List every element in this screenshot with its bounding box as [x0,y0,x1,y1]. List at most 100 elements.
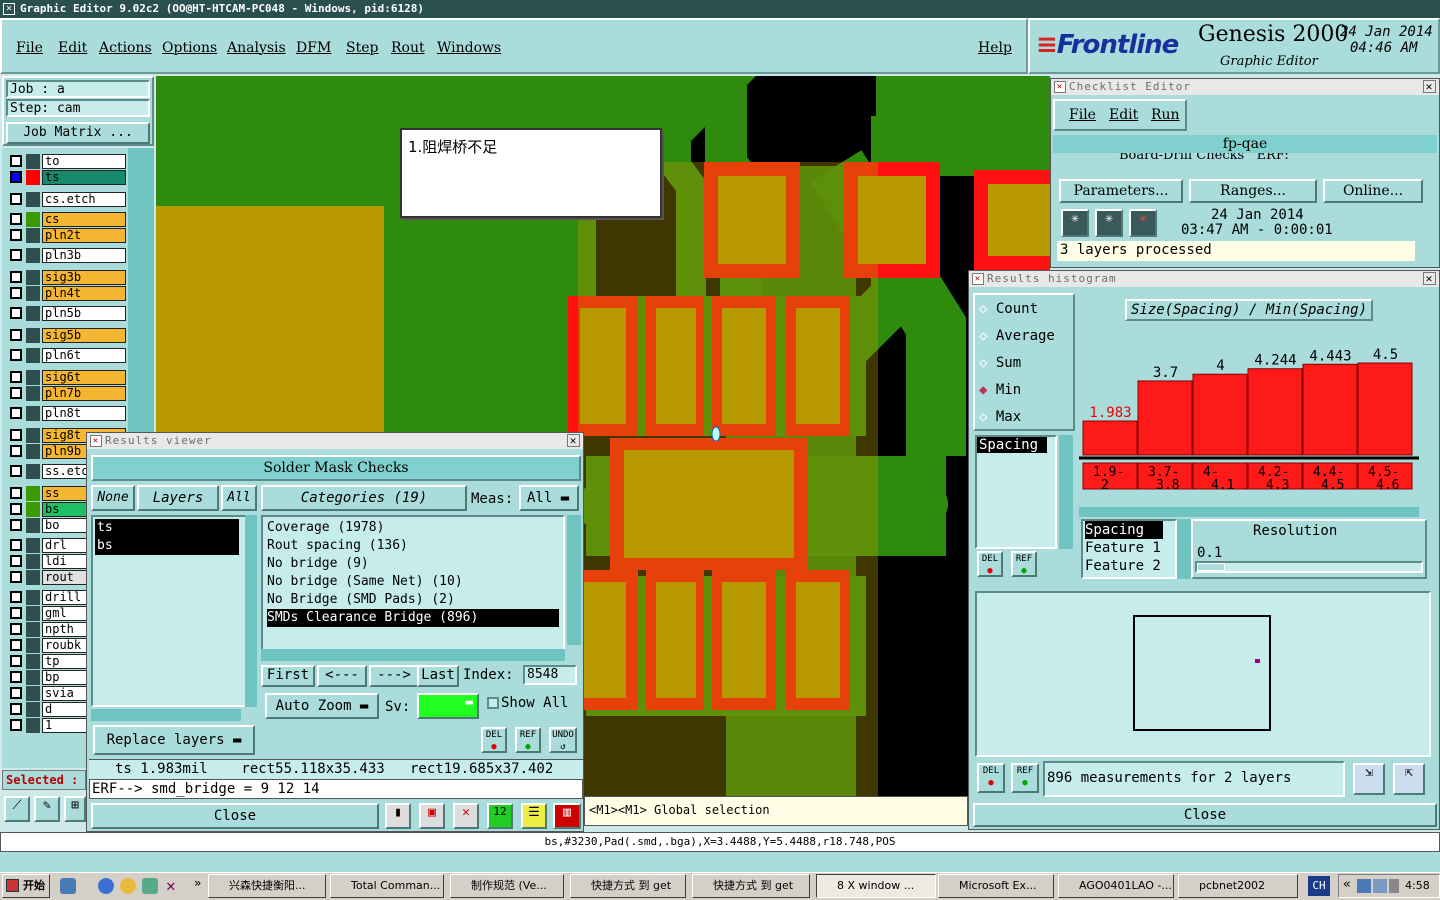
radio-diamond-icon[interactable]: ◇ [979,328,996,344]
layer-checkbox[interactable] [10,607,22,619]
menu-step[interactable]: Step [346,40,378,56]
layer-checkbox[interactable] [10,287,22,299]
histogram-bar[interactable] [1082,420,1138,456]
radio-diamond-icon[interactable]: ◇ [979,409,996,425]
aggregate-option[interactable]: ◇ Max [979,409,1021,425]
category-item[interactable]: No Bridge (SMD Pads) (2) [267,591,559,609]
window-menu-icon[interactable]: ✕ [3,3,15,15]
radio-diamond-icon[interactable]: ◆ [979,382,996,398]
hist-del-button[interactable]: DEL ● [977,551,1003,577]
layer-checkbox[interactable] [10,349,22,361]
run-action-icon[interactable]: ✳ [1061,209,1089,237]
tray-icon-2[interactable] [1373,879,1387,893]
layer-checkbox[interactable] [10,307,22,319]
hist-ref-button[interactable]: REF ● [1011,551,1037,577]
task-button[interactable]: Total Comman... [330,874,444,898]
menu-rout[interactable]: Rout [391,40,425,56]
layer-checkbox[interactable] [10,555,22,567]
show-all-checkbox[interactable] [487,697,499,709]
aggregate-option[interactable]: ◇ Sum [979,355,1021,371]
chart-hscroll[interactable] [1079,507,1419,517]
undo-button[interactable]: UNDO ↺ [549,727,577,753]
preview-del-button[interactable]: DEL ● [977,763,1005,793]
histogram-bar[interactable] [1357,362,1413,456]
layer-checkbox[interactable] [10,591,22,603]
none-button[interactable]: None [91,485,135,511]
layer-checkbox[interactable] [10,371,22,383]
checklist-menu-edit[interactable]: Edit [1109,107,1138,123]
zoom-to-icon[interactable]: ⇲ [1353,763,1385,795]
run-selected-icon[interactable]: ✳ [1095,209,1123,237]
tool-grid-icon[interactable]: ⊞ [64,796,86,822]
layer-checkbox[interactable] [10,193,22,205]
layer-checkbox[interactable] [10,503,22,515]
task-button[interactable]: 快捷方式 到 get [570,874,686,898]
task-button[interactable]: Microsoft Ex... [938,874,1054,898]
category-item[interactable]: Coverage (1978) [267,519,559,537]
toolbar-icon-2[interactable]: ▣ [419,803,445,829]
menu-dfm[interactable]: DFM [296,40,331,56]
clock-app-icon[interactable] [120,878,136,894]
category-list[interactable]: Coverage (1978) Rout spacing (136) No br… [261,515,565,655]
layer-checkbox[interactable] [10,387,22,399]
layer-checkbox[interactable] [10,249,22,261]
resolution-list[interactable]: Spacing Feature 1 Feature 2 [1081,519,1177,579]
res-scrollbar[interactable] [1177,519,1191,579]
layer-checkbox[interactable] [10,487,22,499]
parameters-button[interactable]: Parameters... [1059,179,1183,203]
layer-checkbox[interactable] [10,539,22,551]
res-item[interactable]: Feature 1 [1085,539,1175,557]
task-button-active[interactable]: 8 X window ... [816,874,936,898]
task-button[interactable]: 制作规范 (Ve... [450,874,564,898]
first-button[interactable]: First [261,665,315,687]
param-item[interactable]: Spacing [977,437,1047,453]
job-matrix-button[interactable]: Job Matrix ... [6,122,150,144]
category-scrollbar[interactable] [567,515,581,645]
toolbar-icon-5[interactable]: ☰ [521,803,547,829]
preview-area[interactable] [975,591,1431,757]
start-button[interactable]: 开始 [2,874,50,898]
resolution-slider[interactable] [1195,561,1423,573]
histogram-bar[interactable] [1192,373,1248,456]
layer-checkbox[interactable] [10,213,22,225]
layer-checkbox[interactable] [10,623,22,635]
ie-icon[interactable] [98,878,114,894]
sv-select[interactable]: ▬ [417,693,479,719]
xwindow-icon[interactable]: ✕ [166,876,176,895]
all-button[interactable]: All [221,485,257,511]
del-button[interactable]: DEL ● [481,727,507,753]
next-button[interactable]: ---> [369,665,419,687]
layer-checkbox[interactable] [10,671,22,683]
param-scrollbar[interactable] [1059,435,1073,549]
online-button[interactable]: Online... [1323,179,1423,203]
window-close-x-icon[interactable]: ✕ [1054,81,1066,93]
results-close-button[interactable]: Close [91,803,379,829]
layer-checkbox[interactable] [10,271,22,283]
replace-layers-select[interactable]: Replace layers ▬ [93,725,255,755]
radio-diamond-icon[interactable]: ◇ [979,301,996,317]
layers-button[interactable]: Layers [137,485,219,511]
category-item-selected[interactable]: SMDs Clearance Bridge (896) [267,609,559,627]
layer-checkbox[interactable] [10,719,22,731]
histogram-close-button[interactable]: Close [973,803,1437,827]
menu-windows[interactable]: Windows [437,40,501,56]
more-icon[interactable]: » [194,876,201,890]
tray-expand-icon[interactable]: « [1343,877,1351,892]
toolbar-icon-3[interactable]: ✕ [453,803,479,829]
res-item[interactable]: Feature 2 [1085,557,1175,575]
checklist-menu-file[interactable]: File [1069,107,1096,123]
quicklaunch-icon-2[interactable] [142,878,158,894]
meas-select[interactable]: All ▬ [519,485,579,511]
layer-checkbox[interactable] [10,171,22,183]
res-item[interactable]: Spacing [1085,521,1163,539]
quicklaunch-icon-1[interactable] [60,878,76,894]
histogram-close-icon[interactable]: ✕ [1423,272,1436,285]
category-item[interactable]: No bridge (9) [267,555,559,573]
layer-result-list[interactable]: ts bs [91,515,251,707]
tray-icon-1[interactable] [1357,879,1371,893]
task-button[interactable]: pcbnet2002 [1178,874,1298,898]
aggregate-option[interactable]: ◇ Count [979,301,1038,317]
toolbar-icon-histogram[interactable]: ▥ [553,803,581,829]
histogram-bar[interactable] [1302,363,1358,456]
ranges-button[interactable]: Ranges... [1189,179,1317,203]
